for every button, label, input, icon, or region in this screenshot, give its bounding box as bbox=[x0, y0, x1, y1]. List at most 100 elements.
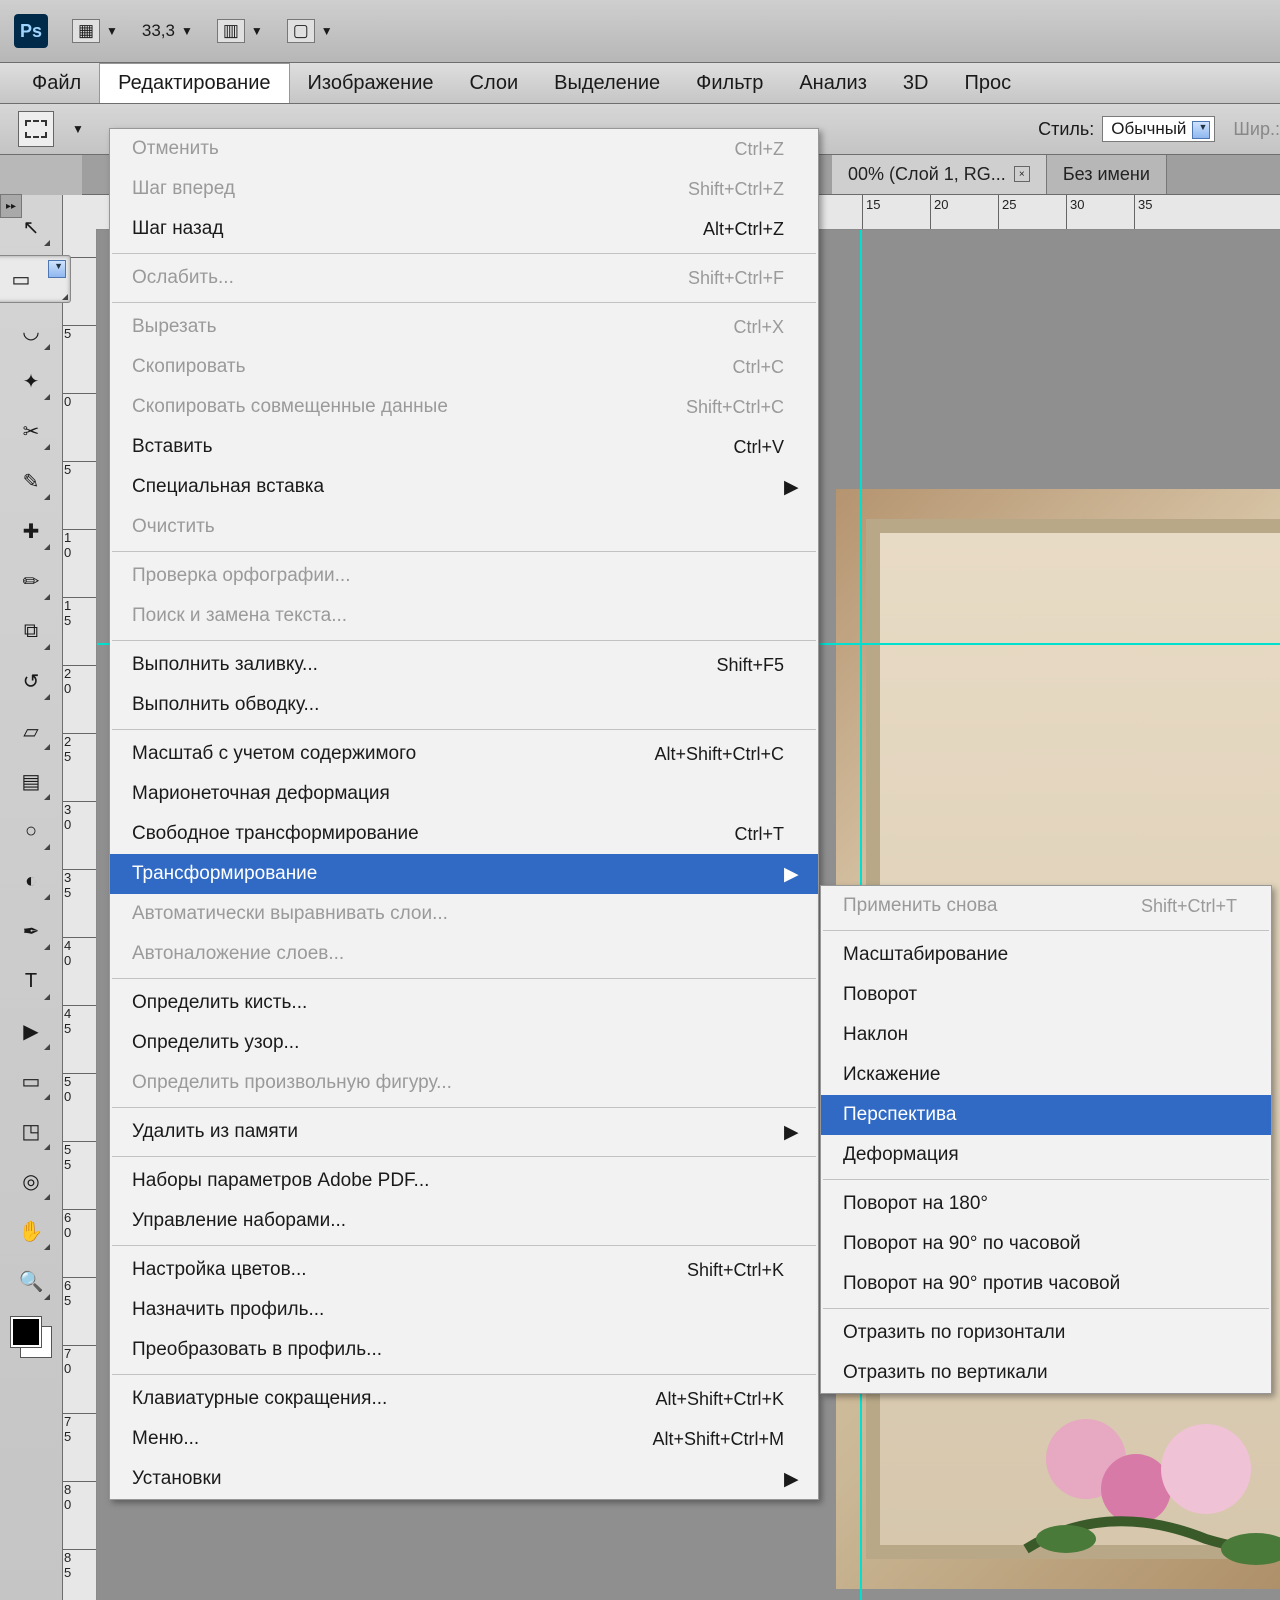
arrange-icon: ▥ bbox=[217, 19, 245, 43]
menu-item[interactable]: Масштаб с учетом содержимогоAlt+Shift+Ct… bbox=[110, 734, 818, 774]
menu-фильтр[interactable]: Фильтр bbox=[678, 63, 781, 103]
style-label: Стиль: bbox=[1038, 119, 1094, 140]
menu-item[interactable]: Шаг назадAlt+Ctrl+Z bbox=[110, 209, 818, 249]
menu-item: Применить сноваShift+Ctrl+T bbox=[821, 886, 1271, 926]
eyedropper-tool[interactable]: ✎ bbox=[9, 459, 53, 503]
menu-item[interactable]: Клавиатурные сокращения...Alt+Shift+Ctrl… bbox=[110, 1379, 818, 1419]
arrange-documents[interactable]: ▥ ▼ bbox=[217, 19, 263, 43]
menu-item: Автоматически выравнивать слои... bbox=[110, 894, 818, 934]
marquee-style: Стиль: Обычный bbox=[1038, 116, 1215, 142]
menu-item: Поиск и замена текста... bbox=[110, 596, 818, 636]
panel-expand-icon[interactable]: ▸▸ bbox=[0, 194, 22, 218]
menu-item[interactable]: Удалить из памяти▶ bbox=[110, 1112, 818, 1152]
3d-tool[interactable]: ◳ bbox=[9, 1109, 53, 1153]
zoom-value: 33,3 bbox=[142, 21, 175, 41]
menu-item[interactable]: Выполнить обводку... bbox=[110, 685, 818, 725]
menu-item[interactable]: Определить узор... bbox=[110, 1023, 818, 1063]
blur-tool[interactable]: ○ bbox=[9, 809, 53, 853]
current-tool-icon[interactable] bbox=[18, 111, 54, 147]
menu-item: Проверка орфографии... bbox=[110, 556, 818, 596]
edit-menu-dropdown: ОтменитьCtrl+ZШаг впередShift+Ctrl+ZШаг … bbox=[109, 128, 819, 1500]
marquee-tool[interactable]: ▭ bbox=[0, 255, 71, 303]
menu-item[interactable]: Специальная вставка▶ bbox=[110, 467, 818, 507]
menu-item[interactable]: Марионеточная деформация bbox=[110, 774, 818, 814]
brush-tool[interactable]: ✏ bbox=[9, 559, 53, 603]
menu-item: ВырезатьCtrl+X bbox=[110, 307, 818, 347]
menu-редактирование[interactable]: Редактирование bbox=[99, 63, 289, 103]
photo-decoration bbox=[1006, 1399, 1280, 1579]
menu-item[interactable]: Масштабирование bbox=[821, 935, 1271, 975]
path-selection-tool[interactable]: ▶ bbox=[9, 1009, 53, 1053]
menu-файл[interactable]: Файл bbox=[14, 63, 99, 103]
chevron-down-icon[interactable]: ▼ bbox=[72, 122, 84, 136]
style-select[interactable]: Обычный bbox=[1102, 116, 1215, 142]
history-brush-tool[interactable]: ↺ bbox=[9, 659, 53, 703]
workspace-switcher[interactable]: ▦ ▼ bbox=[72, 19, 118, 43]
screen-mode[interactable]: ▢ ▼ bbox=[287, 19, 333, 43]
menu-item[interactable]: Назначить профиль... bbox=[110, 1290, 818, 1330]
menu-item[interactable]: Поворот на 180° bbox=[821, 1184, 1271, 1224]
menu-item: Ослабить...Shift+Ctrl+F bbox=[110, 258, 818, 298]
menu-3d[interactable]: 3D bbox=[885, 63, 947, 103]
menu-item[interactable]: Трансформирование▶ bbox=[110, 854, 818, 894]
zoom-tool[interactable]: 🔍 bbox=[9, 1259, 53, 1303]
chevron-down-icon: ▼ bbox=[181, 24, 193, 38]
menu-item[interactable]: Установки▶ bbox=[110, 1459, 818, 1499]
tab-label: 00% (Слой 1, RG... bbox=[848, 164, 1006, 185]
vertical-ruler: 050510152025303540455055606570758085 bbox=[62, 195, 97, 1600]
close-icon[interactable]: × bbox=[1014, 166, 1030, 182]
menu-item[interactable]: ВставитьCtrl+V bbox=[110, 427, 818, 467]
document-tab-active[interactable]: 00% (Слой 1, RG... × bbox=[832, 154, 1047, 194]
menu-item[interactable]: Определить кисть... bbox=[110, 983, 818, 1023]
healing-brush-tool[interactable]: ✚ bbox=[9, 509, 53, 553]
menu-выделение[interactable]: Выделение bbox=[536, 63, 678, 103]
menu-item[interactable]: Искажение bbox=[821, 1055, 1271, 1095]
menu-item[interactable]: Управление наборами... bbox=[110, 1201, 818, 1241]
menu-item[interactable]: Перспектива bbox=[821, 1095, 1271, 1135]
menu-bar: ФайлРедактированиеИзображениеСлоиВыделен… bbox=[0, 63, 1280, 104]
menu-слои[interactable]: Слои bbox=[452, 63, 537, 103]
menu-item[interactable]: Наборы параметров Adobe PDF... bbox=[110, 1161, 818, 1201]
menu-item[interactable]: Поворот на 90° по часовой bbox=[821, 1224, 1271, 1264]
stamp-tool[interactable]: ⧉ bbox=[9, 609, 53, 653]
type-tool[interactable]: T bbox=[9, 959, 53, 1003]
menu-item: Шаг впередShift+Ctrl+Z bbox=[110, 169, 818, 209]
tools-panel: ↖▭◡✦✂✎✚✏⧉↺▱▤○◐✒T▶▭◳◎✋🔍 bbox=[0, 195, 63, 1600]
menu-item[interactable]: Поворот на 90° против часовой bbox=[821, 1264, 1271, 1304]
width-label: Шир.: bbox=[1233, 119, 1280, 140]
menu-item[interactable]: Отразить по вертикали bbox=[821, 1353, 1271, 1393]
menu-item[interactable]: Отразить по горизонтали bbox=[821, 1313, 1271, 1353]
hand-tool[interactable]: ✋ bbox=[9, 1209, 53, 1253]
lasso-tool[interactable]: ◡ bbox=[9, 309, 53, 353]
gradient-tool[interactable]: ▤ bbox=[9, 759, 53, 803]
magic-wand-tool[interactable]: ✦ bbox=[9, 359, 53, 403]
shape-tool[interactable]: ▭ bbox=[9, 1059, 53, 1103]
pen-tool[interactable]: ✒ bbox=[9, 909, 53, 953]
document-tab[interactable]: Без имени bbox=[1047, 154, 1167, 194]
zoom-level[interactable]: 33,3 ▼ bbox=[142, 21, 193, 41]
workspace-icon: ▦ bbox=[72, 19, 100, 43]
menu-анализ[interactable]: Анализ bbox=[781, 63, 885, 103]
chevron-down-icon: ▼ bbox=[106, 24, 118, 38]
crop-tool[interactable]: ✂ bbox=[9, 409, 53, 453]
menu-прос[interactable]: Прос bbox=[946, 63, 1029, 103]
app-logo: Ps bbox=[14, 14, 48, 48]
color-swatches[interactable] bbox=[11, 1317, 51, 1357]
menu-item: ОтменитьCtrl+Z bbox=[110, 129, 818, 169]
menu-item[interactable]: Деформация bbox=[821, 1135, 1271, 1175]
menu-item[interactable]: Преобразовать в профиль... bbox=[110, 1330, 818, 1370]
menu-изображение[interactable]: Изображение bbox=[290, 63, 452, 103]
menu-item[interactable]: Наклон bbox=[821, 1015, 1271, 1055]
menu-item[interactable]: Выполнить заливку...Shift+F5 bbox=[110, 645, 818, 685]
menu-item: Очистить bbox=[110, 507, 818, 547]
eraser-tool[interactable]: ▱ bbox=[9, 709, 53, 753]
menu-item: СкопироватьCtrl+C bbox=[110, 347, 818, 387]
dodge-tool[interactable]: ◐ bbox=[9, 859, 53, 903]
menu-item: Скопировать совмещенные данныеShift+Ctrl… bbox=[110, 387, 818, 427]
menu-item[interactable]: Поворот bbox=[821, 975, 1271, 1015]
menu-item[interactable]: Свободное трансформированиеCtrl+T bbox=[110, 814, 818, 854]
menu-item[interactable]: Настройка цветов...Shift+Ctrl+K bbox=[110, 1250, 818, 1290]
chevron-down-icon: ▼ bbox=[251, 24, 263, 38]
menu-item[interactable]: Меню...Alt+Shift+Ctrl+M bbox=[110, 1419, 818, 1459]
camera-tool[interactable]: ◎ bbox=[9, 1159, 53, 1203]
